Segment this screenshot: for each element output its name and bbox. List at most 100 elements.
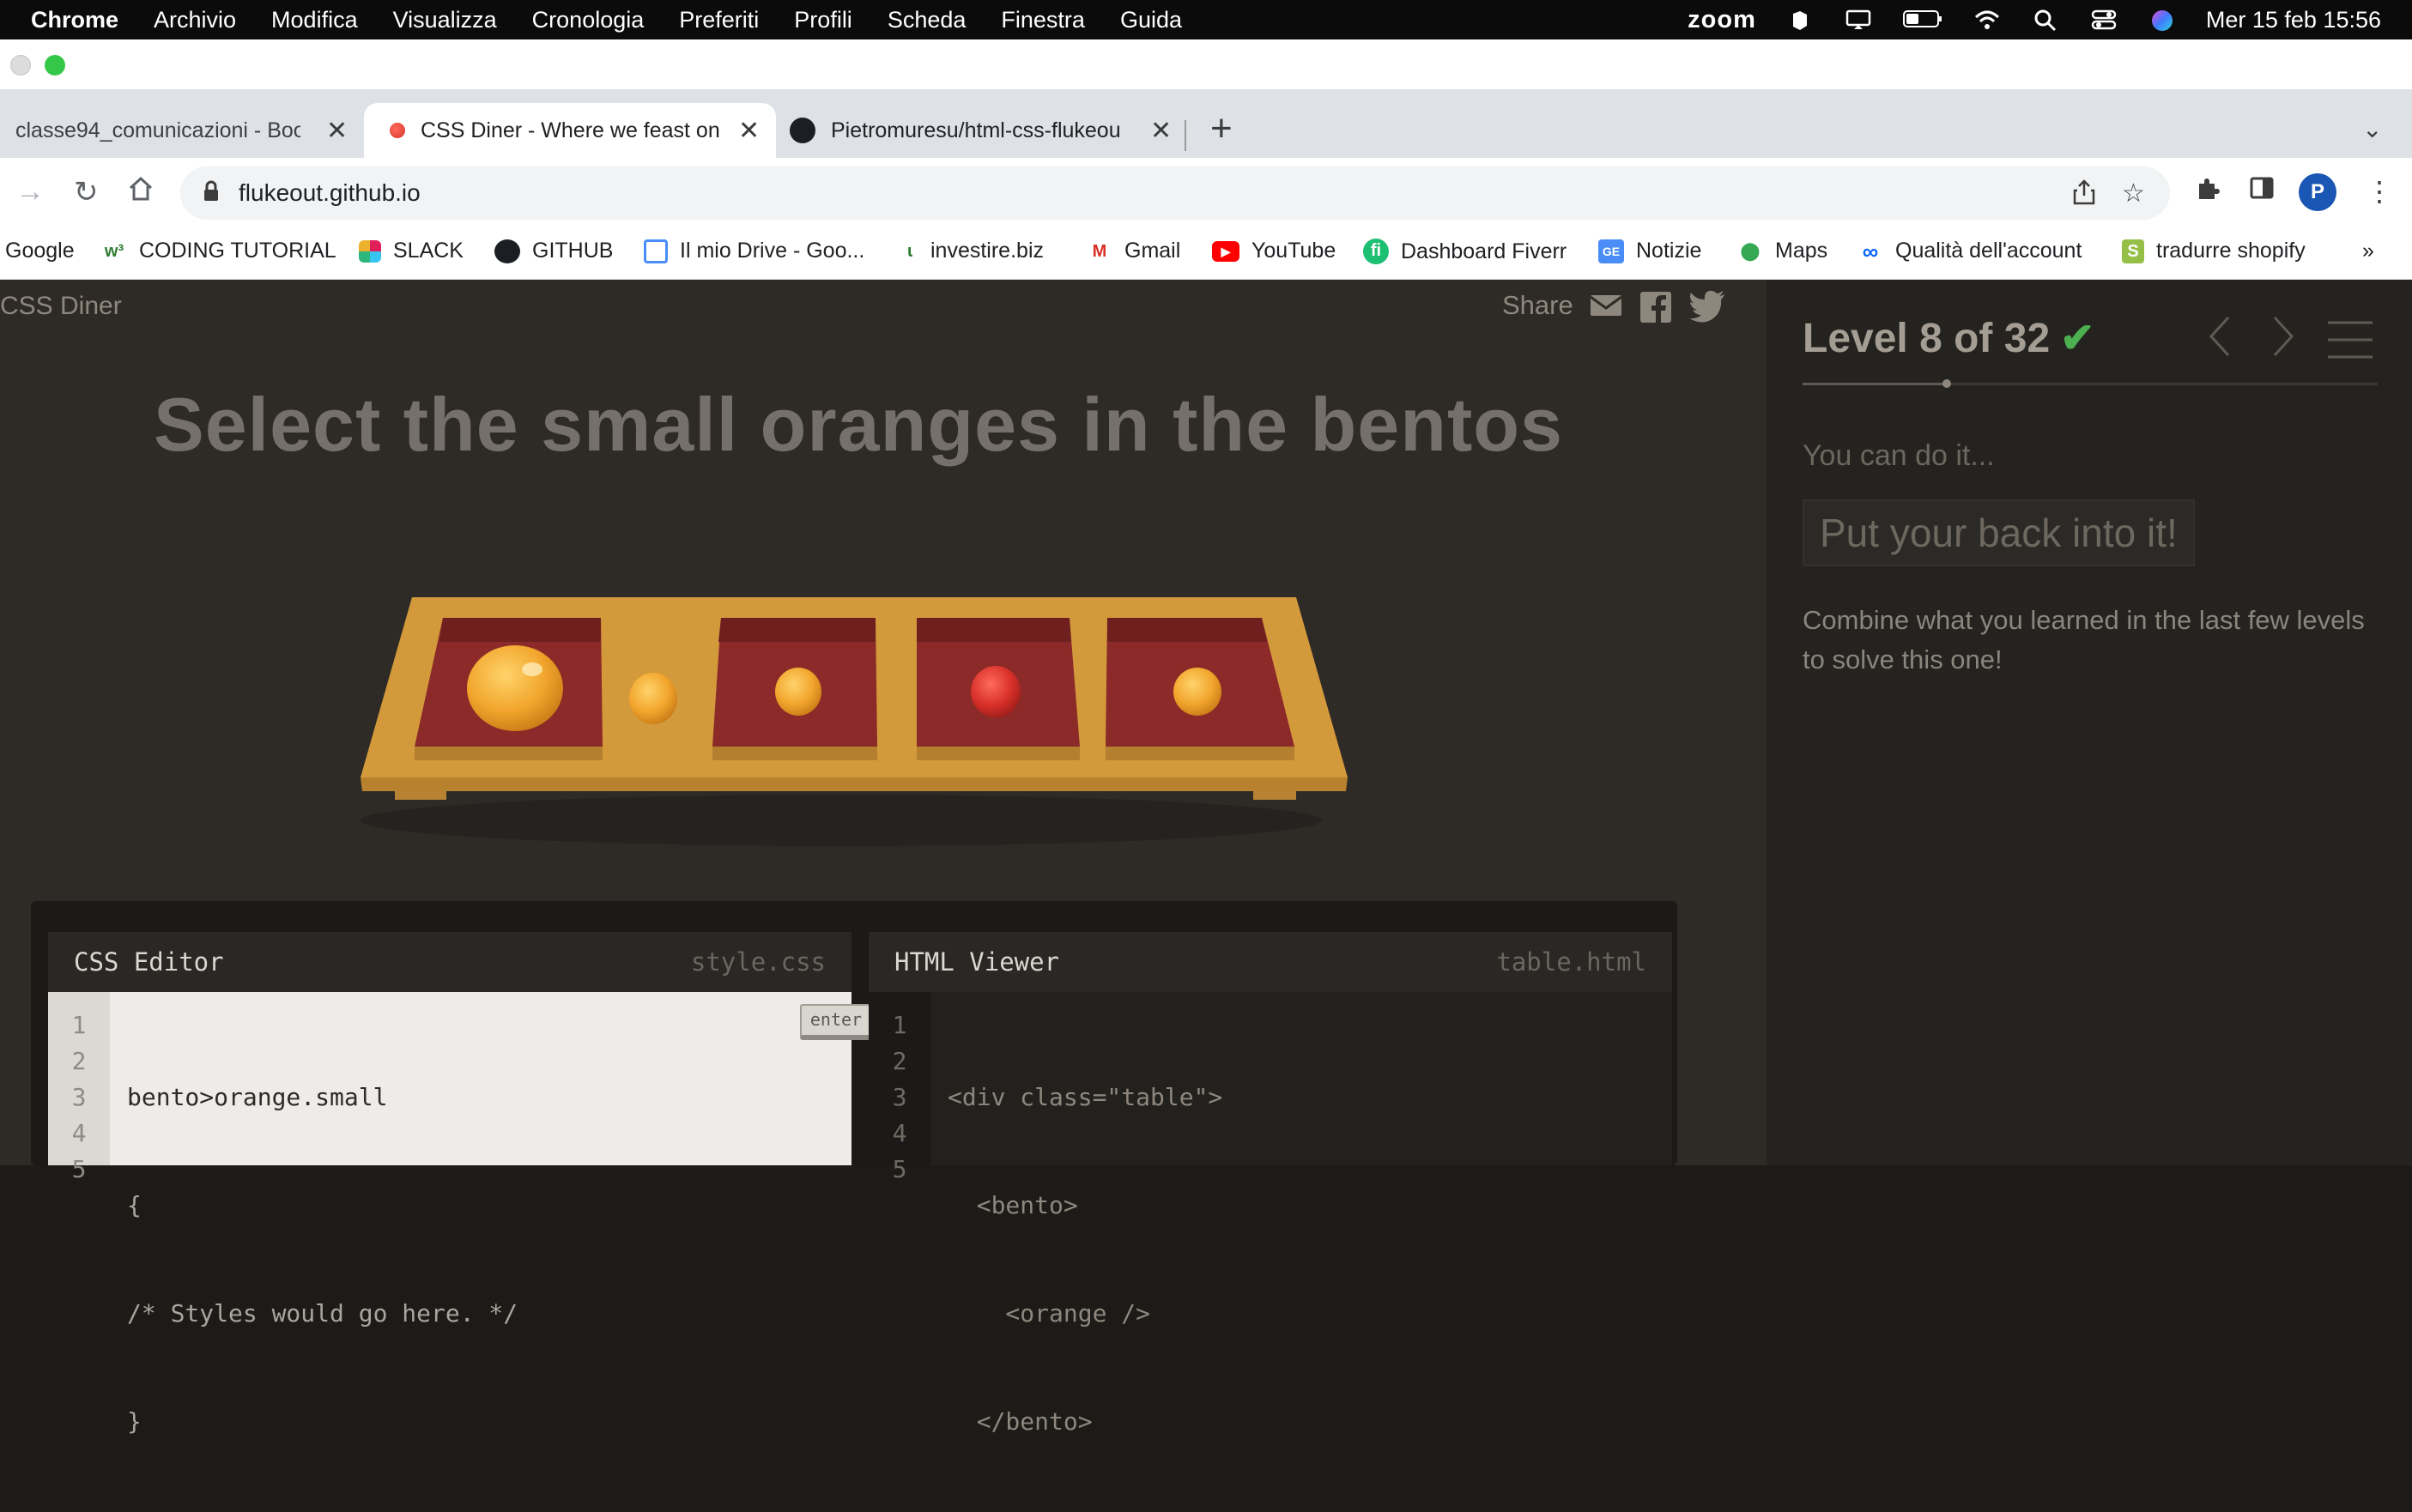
menu-modifica[interactable]: Modifica	[271, 7, 358, 33]
tab-close-icon[interactable]: ✕	[326, 116, 348, 146]
orange-small[interactable]	[775, 668, 821, 716]
menu-archivio[interactable]: Archivio	[154, 7, 236, 33]
enter-button[interactable]: enter	[800, 1004, 872, 1040]
maps-pin-icon: ⬤	[1740, 241, 1761, 261]
chrome-menu-kebab-icon[interactable]: ⋮	[2366, 175, 2393, 208]
bookmark-github[interactable]: GITHUB	[494, 239, 613, 263]
menubar-datetime[interactable]: Mer 15 feb 15:56	[2206, 7, 2381, 33]
bookmark-maps[interactable]: ⬤ Maps	[1737, 239, 1827, 263]
zoom-status-item[interactable]: zoom	[1688, 6, 1756, 34]
menu-visualizza[interactable]: Visualizza	[393, 7, 497, 33]
address-url[interactable]: flukeout.github.io	[239, 179, 421, 207]
window-zoom-button[interactable]	[45, 55, 65, 76]
address-bar[interactable]: flukeout.github.io ☆	[180, 166, 2170, 220]
tab-close-icon[interactable]: ✕	[1150, 116, 1172, 146]
menu-finestra[interactable]: Finestra	[1001, 7, 1085, 33]
spotlight-search-icon[interactable]	[2031, 9, 2060, 32]
line-number: 5	[71, 1155, 87, 1183]
tab-title: classe94_comunicazioni - Boo	[15, 118, 300, 142]
menu-app-chrome[interactable]: Chrome	[31, 7, 118, 33]
level-progress-fill	[1803, 383, 1947, 385]
slack-icon	[359, 239, 381, 263]
html-code-line[interactable]: <bento>	[948, 1188, 1222, 1224]
bookmark-label: Dashboard Fiverr	[1401, 239, 1567, 263]
tab-css-diner[interactable]: CSS Diner - Where we feast on ✕	[364, 103, 776, 158]
twitter-icon[interactable]	[1688, 290, 1724, 323]
wifi-icon[interactable]	[1973, 9, 2002, 31]
bookmark-qualita[interactable]: ∞ Qualità dell'account	[1857, 239, 2082, 263]
facebook-icon[interactable]	[1639, 290, 1673, 323]
tab-close-icon[interactable]: ✕	[738, 116, 760, 146]
evernote-icon[interactable]	[1785, 9, 1815, 31]
tab-separator	[1185, 120, 1186, 151]
level-menu-hamburger-icon[interactable]	[2326, 319, 2374, 372]
html-code-line[interactable]: <orange />	[948, 1296, 1222, 1332]
reload-icon[interactable]: ↻	[74, 175, 99, 209]
css-input-line[interactable]: bento>orange.small	[127, 1080, 518, 1116]
bookmark-label: Qualità dell'account	[1895, 239, 2082, 263]
level-title: Level 8 of 32	[1803, 316, 2051, 361]
tab-classe94[interactable]: classe94_comunicazioni - Boo ✕	[0, 103, 361, 158]
menu-guida[interactable]: Guida	[1120, 7, 1182, 33]
css-code-line: }	[127, 1407, 142, 1436]
menu-scheda[interactable]: Scheda	[888, 7, 967, 33]
bookmark-star-icon[interactable]: ☆	[2122, 178, 2145, 209]
menu-profili[interactable]: Profili	[794, 7, 852, 33]
share-label: Share	[1502, 290, 1573, 320]
menubar-status-area: zoom Mer 15 feb 15:56	[1688, 0, 2381, 39]
window-close-button[interactable]	[10, 55, 31, 76]
orange-highlight	[522, 662, 542, 676]
html-viewer-filename: table.html	[1496, 947, 1646, 977]
side-panel-icon[interactable]	[2249, 175, 2275, 208]
bookmark-notizie[interactable]: GE Notizie	[1598, 239, 1701, 263]
bookmark-gmail[interactable]: M Gmail	[1087, 239, 1181, 263]
email-icon[interactable]	[1589, 290, 1623, 321]
browser-tab-strip: classe94_comunicazioni - Boo ✕ CSS Diner…	[0, 89, 2412, 158]
css-code[interactable]: bento>orange.small { /* Styles would go …	[127, 1007, 518, 1512]
bookmark-drive[interactable]: Il mio Drive - Goo...	[644, 239, 864, 263]
previous-level-chevron-icon[interactable]	[2204, 314, 2235, 370]
new-tab-plus-icon[interactable]: +	[1210, 110, 1233, 148]
display-icon[interactable]	[1844, 9, 1873, 31]
investire-icon: ɩ	[907, 241, 912, 261]
html-code-line[interactable]: </bento>	[948, 1404, 1222, 1440]
forward-arrow-icon[interactable]: →	[15, 175, 45, 209]
siri-icon[interactable]	[2148, 9, 2177, 31]
bookmark-label: investire.biz	[930, 239, 1044, 263]
drive-icon	[644, 239, 668, 263]
extensions-puzzle-icon[interactable]	[2194, 175, 2221, 209]
orange-small[interactable]	[1173, 668, 1221, 716]
css-diner-logo[interactable]: CSS Diner	[0, 292, 122, 321]
tab-title: CSS Diner - Where we feast on	[421, 118, 720, 142]
bookmark-label: CODING TUTORIAL	[139, 239, 336, 263]
google-news-icon: GE	[1598, 239, 1624, 263]
profile-avatar[interactable]: P	[2299, 173, 2336, 211]
bookmark-fiverr[interactable]: fi Dashboard Fiverr	[1363, 239, 1567, 264]
bookmark-tradurre-shopify[interactable]: Stradurre shopify	[2122, 239, 2306, 263]
orange[interactable]	[467, 645, 563, 731]
bookmark-coding-tutorial[interactable]: w³ CODING TUTORIAL	[101, 239, 336, 263]
css-diner-favicon-icon	[390, 123, 405, 138]
bookmark-label: Notizie	[1636, 239, 1702, 263]
table-edge	[361, 777, 1348, 791]
apple-small[interactable]	[971, 666, 1021, 717]
orange-small[interactable]	[629, 673, 677, 724]
menu-cronologia[interactable]: Cronologia	[532, 7, 645, 33]
home-icon[interactable]	[127, 175, 155, 210]
bookmarks-overflow-chevron-icon[interactable]: »	[2362, 239, 2374, 263]
bookmark-youtube[interactable]: ▶ YouTube	[1212, 239, 1336, 263]
next-level-chevron-icon[interactable]	[2268, 314, 2299, 370]
lock-icon[interactable]	[203, 180, 220, 209]
menu-preferiti[interactable]: Preferiti	[679, 7, 759, 33]
css-editor-pane[interactable]: 1 2 3 4 5 bento>orange.small { /* Styles…	[48, 992, 872, 1436]
html-code-line[interactable]: <div class="table">	[948, 1080, 1222, 1116]
bookmark-investire[interactable]: ɩ investire.biz	[901, 239, 1044, 263]
tab-search-chevron-down-icon[interactable]: ⌄	[2362, 115, 2382, 143]
control-center-icon[interactable]	[2089, 9, 2118, 31]
tab-github-repo[interactable]: Pietromuresu/html-css-flukeou ✕	[790, 103, 1176, 158]
game-area: CSS Diner Share Select the small oranges…	[0, 280, 1767, 1436]
share-page-icon[interactable]	[2072, 178, 2096, 213]
bookmark-google[interactable]: Google	[5, 239, 75, 263]
battery-icon[interactable]	[1902, 9, 1943, 31]
bookmark-slack[interactable]: SLACK	[359, 239, 464, 263]
